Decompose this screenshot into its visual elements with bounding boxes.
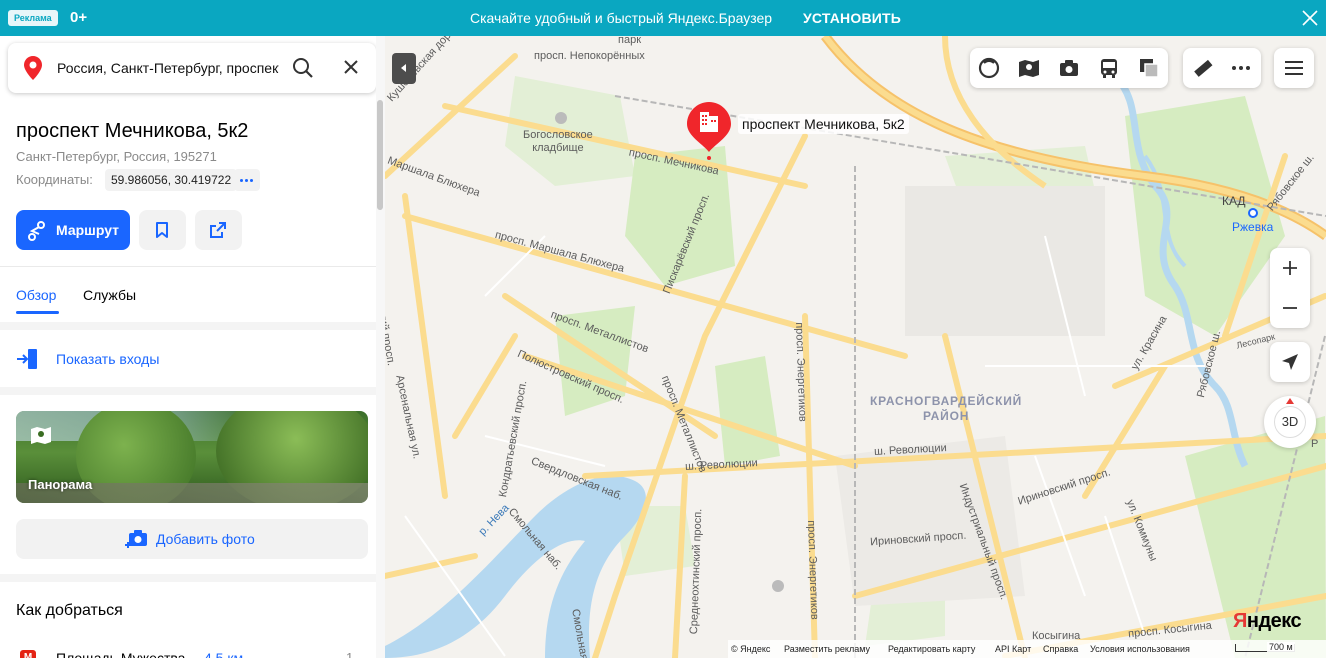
entrance-icon (17, 349, 37, 369)
map-canvas[interactable]: просп. Непокорённых Кушелевская дорога Б… (385, 36, 1326, 658)
place-marker[interactable] (685, 100, 733, 160)
marker-label: проспект Мечникова, 5к2 (738, 114, 909, 134)
metro-station-row[interactable]: М Площадь Мужества 4,5 км 1 (16, 648, 368, 658)
plus-icon (1283, 261, 1297, 275)
metro-name: Площадь Мужества (56, 650, 186, 658)
map-label: Ржевка (1232, 220, 1274, 234)
layers-toolbar (970, 48, 1168, 88)
show-entrances-label: Показать входы (56, 351, 160, 367)
section-gap (0, 322, 385, 330)
hamburger-icon (1285, 61, 1303, 75)
bookmark-icon (156, 222, 168, 238)
side-panel: проспект Мечникова, 5к2 Санкт-Петербург,… (0, 36, 385, 658)
scrollbar[interactable] (377, 100, 383, 210)
minus-icon (1283, 307, 1297, 309)
route-icon (28, 221, 45, 241)
tab-overview[interactable]: Обзор (16, 287, 56, 303)
place-address: Санкт-Петербург, Россия, 195271 (16, 149, 217, 164)
camera-layer-icon[interactable] (1058, 57, 1080, 79)
more-icon[interactable] (1230, 57, 1252, 79)
traffic-icon[interactable] (978, 57, 1000, 79)
footer-help-link[interactable]: Справка (1043, 644, 1078, 654)
zoom-out-button[interactable] (1270, 288, 1310, 328)
tab-services[interactable]: Службы (83, 287, 136, 303)
section-gap (0, 574, 385, 582)
panorama-preview[interactable]: Панорама (16, 411, 368, 503)
panorama-label: Панорама (28, 477, 93, 492)
age-rating: 0+ (70, 9, 88, 26)
divider (0, 266, 385, 267)
collapse-panel-button[interactable] (392, 53, 416, 84)
section-gap (0, 387, 385, 395)
banner-message[interactable]: Скачайте удобный и быстрый Яндекс.Браузе… (470, 10, 772, 26)
zoom-in-button[interactable] (1270, 248, 1310, 288)
geolocation-button[interactable] (1270, 342, 1310, 382)
metro-count: 1 (346, 650, 354, 658)
coords-value[interactable]: 59.986056, 30.419722 (105, 169, 238, 191)
compass-arrow-icon (1286, 398, 1294, 404)
ruler-icon[interactable] (1192, 57, 1214, 79)
search-input[interactable] (57, 57, 279, 79)
close-icon[interactable] (1300, 8, 1320, 28)
how-to-get-title: Как добраться (16, 602, 123, 619)
add-photo-button[interactable]: Добавить фото (16, 519, 368, 559)
route-label: Маршрут (56, 222, 120, 238)
location-pin-icon (24, 56, 42, 85)
tab-underline (16, 311, 59, 314)
footer-terms-link[interactable]: Условия использования (1090, 644, 1190, 654)
3d-button[interactable]: 3D (1264, 396, 1316, 448)
footer-copyright[interactable]: © Яндекс (731, 644, 770, 654)
metro-icon: М (20, 650, 36, 658)
location-arrow-icon (1282, 354, 1298, 370)
tools-toolbar (1183, 48, 1261, 88)
menu-button[interactable] (1274, 48, 1314, 88)
search-box (8, 43, 376, 93)
close-icon[interactable] (342, 58, 360, 81)
add-photo-label: Добавить фото (156, 531, 255, 547)
route-button[interactable]: Маршрут (16, 210, 130, 250)
more-icon[interactable] (234, 169, 260, 191)
map-label: просп. Непокорённых (534, 50, 645, 62)
logo-rest: ндекс (1246, 610, 1302, 632)
district-label: КРАСНОГВАРДЕЙСКИЙ РАЙОН (870, 394, 1023, 423)
panorama-layer-icon[interactable] (1018, 57, 1040, 79)
yandex-logo[interactable]: Яндекс (1233, 610, 1302, 633)
footer-edit-map-link[interactable]: Редактировать карту (888, 644, 975, 654)
zoom-control (1270, 248, 1310, 328)
bus-icon[interactable] (1098, 57, 1120, 79)
coords-label: Координаты: (16, 172, 93, 187)
footer-advertise-link[interactable]: Разместить рекламу (784, 644, 870, 654)
metro-distance: 4,5 км (204, 650, 244, 658)
map-label: Богословское кладбище (523, 129, 593, 154)
magnifier-icon[interactable] (292, 57, 314, 84)
footer-api-link[interactable]: API Карт (995, 644, 1031, 654)
share-icon (210, 222, 226, 238)
add-camera-icon (125, 530, 147, 548)
logo-letter: Я (1233, 610, 1247, 632)
map-layers-icon[interactable] (1138, 57, 1160, 79)
map-label: КАД (1222, 194, 1246, 208)
ad-label: Реклама (8, 10, 58, 26)
bookmark-button[interactable] (139, 210, 186, 250)
panorama-icon (31, 427, 51, 444)
map-label: парк (618, 36, 642, 46)
promo-banner: Реклама 0+ Скачайте удобный и быстрый Ян… (0, 0, 1326, 36)
share-button[interactable] (195, 210, 242, 250)
place-title: проспект Мечникова, 5к2 (16, 120, 249, 142)
install-button[interactable]: УСТАНОВИТЬ (803, 10, 901, 26)
scale-label: 700 м (1267, 642, 1295, 652)
3d-label: 3D (1274, 406, 1306, 438)
